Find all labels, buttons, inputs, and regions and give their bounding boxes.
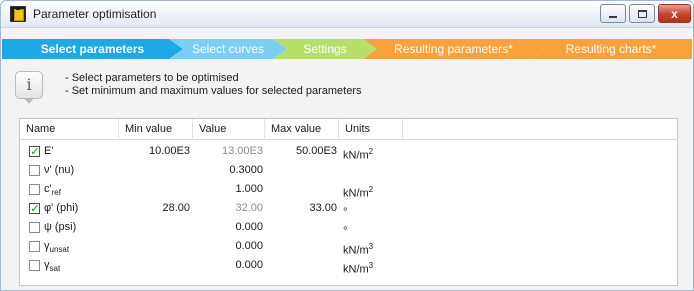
optimise-checkbox[interactable] [29, 260, 40, 271]
value-cell[interactable]: 0.000 [193, 256, 263, 275]
tab-settings[interactable]: Settings [273, 39, 377, 59]
parameter-optimisation-window: Parameter optimisation x Select paramete… [0, 0, 694, 291]
parameter-name: c'ref [44, 183, 61, 198]
max-value-cell[interactable] [265, 256, 337, 275]
optimise-checkbox[interactable] [29, 241, 40, 252]
value-cell[interactable]: 1.000 [193, 180, 263, 199]
unit-cell: ° [343, 206, 348, 219]
unit-cell: kN/m2 [343, 147, 374, 162]
table-row[interactable]: γunsat 0.000 kN/m3 [20, 237, 677, 257]
max-value-cell[interactable]: 50.00E3 [265, 142, 337, 161]
table-row[interactable]: ✓ φ' (phi) 28.00 32.00 33.00 ° [20, 199, 677, 219]
table-row[interactable]: ✓ E' 10.00E3 13.00E3 50.00E3 kN/m2 [20, 142, 677, 162]
parameter-name: γunsat [44, 240, 70, 255]
tab-resulting-charts[interactable]: Resulting charts* [530, 39, 692, 59]
max-value-cell[interactable] [265, 180, 337, 199]
max-value-cell[interactable] [265, 218, 337, 237]
min-value-cell[interactable] [119, 180, 190, 199]
close-button[interactable]: x [658, 4, 691, 23]
app-icon [10, 6, 26, 22]
value-cell[interactable]: 32.00 [193, 199, 263, 218]
unit-cell: kN/m3 [343, 242, 374, 257]
column-header-value[interactable]: Value [193, 119, 265, 140]
min-value-cell[interactable] [119, 161, 190, 180]
close-icon: x [671, 6, 678, 21]
value-cell[interactable]: 0.3000 [193, 161, 263, 180]
value-cell[interactable]: 0.000 [193, 218, 263, 237]
window-title: Parameter optimisation [33, 7, 157, 21]
min-value-cell[interactable] [119, 256, 190, 275]
min-value-cell[interactable]: 10.00E3 [119, 142, 190, 161]
table-row[interactable]: γsat 0.000 kN/m3 [20, 256, 677, 276]
instructions-panel: i - Select parameters to be optimised - … [9, 65, 687, 109]
parameter-name: γsat [44, 259, 61, 274]
min-value-cell[interactable] [119, 218, 190, 237]
tab-select-parameters[interactable]: Select parameters [2, 39, 183, 59]
optimise-checkbox[interactable] [29, 165, 40, 176]
unit-cell: ° [343, 225, 348, 238]
instruction-line: - Select parameters to be optimised [65, 72, 239, 84]
parameter-name: φ' (phi) [44, 202, 79, 214]
table-header: Name Min value Value Max value Units [20, 119, 677, 140]
instruction-line: - Set minimum and maximum values for sel… [65, 85, 362, 97]
title-bar: Parameter optimisation x [1, 1, 693, 28]
value-cell[interactable]: 0.000 [193, 237, 263, 256]
parameter-table: Name Min value Value Max value Units ✓ E'… [19, 118, 678, 286]
min-value-cell[interactable]: 28.00 [119, 199, 190, 218]
table-row[interactable]: ψ (psi) 0.000 ° [20, 218, 677, 238]
optimise-checkbox[interactable] [29, 222, 40, 233]
optimise-checkbox[interactable] [29, 184, 40, 195]
min-value-cell[interactable] [119, 237, 190, 256]
table-row[interactable]: c'ref 1.000 kN/m2 [20, 180, 677, 200]
checkmark-icon: ✓ [30, 146, 40, 158]
column-header-max-value[interactable]: Max value [265, 119, 339, 140]
optimise-checkbox[interactable]: ✓ [29, 203, 40, 215]
max-value-cell[interactable] [265, 237, 337, 256]
unit-cell: kN/m3 [343, 261, 374, 276]
parameter-name: ν' (nu) [44, 164, 75, 176]
unit-cell [343, 161, 403, 180]
minimize-button[interactable] [600, 4, 626, 23]
maximize-button[interactable] [629, 4, 655, 23]
value-cell[interactable]: 13.00E3 [193, 142, 263, 161]
info-icon: i [15, 71, 43, 104]
column-header-name[interactable]: Name [20, 119, 119, 140]
parameter-name: ψ (psi) [44, 221, 77, 233]
tab-select-curves[interactable]: Select curves [169, 39, 287, 59]
checkmark-icon: ✓ [30, 203, 40, 215]
optimise-checkbox[interactable]: ✓ [29, 146, 40, 158]
maximize-icon [637, 9, 647, 18]
tab-resulting-parameters[interactable]: Resulting parameters* [363, 39, 544, 59]
max-value-cell[interactable]: 33.00 [265, 199, 337, 218]
table-row[interactable]: ν' (nu) 0.3000 [20, 161, 677, 180]
wizard-steps: Select parameters Select curves Settings… [2, 39, 692, 59]
max-value-cell[interactable] [265, 161, 337, 180]
column-header-units[interactable]: Units [339, 119, 403, 140]
parameter-name: E' [44, 145, 54, 157]
minimize-icon [609, 15, 617, 18]
unit-cell: kN/m2 [343, 185, 374, 200]
column-header-min-value[interactable]: Min value [119, 119, 193, 140]
